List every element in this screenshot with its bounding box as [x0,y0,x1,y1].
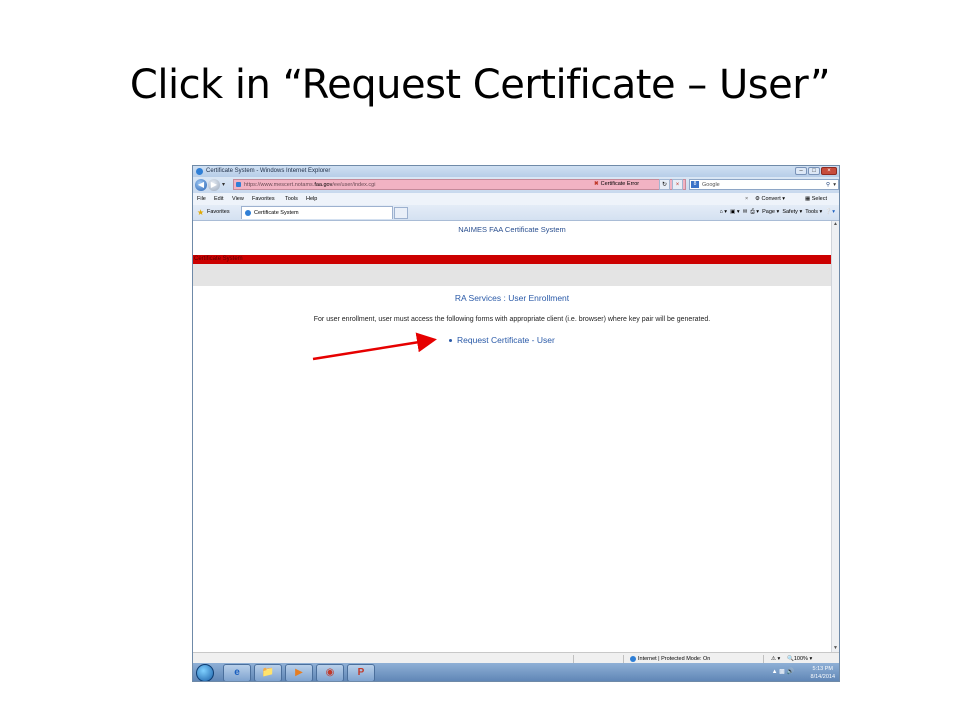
search-placeholder: Google [702,182,720,188]
menu-bar: File Edit View Favorites Tools Help × ⚙ … [193,193,839,205]
convert-button[interactable]: ⚙ Convert ▾ [755,193,785,205]
ie-taskbar-icon[interactable]: e [223,664,251,681]
menu-tools[interactable]: Tools [285,193,298,205]
chrome-icon[interactable]: ◉ [316,664,344,681]
star-icon: ★ [197,208,205,217]
tab-ie-icon [245,210,251,216]
safety-menu[interactable]: Safety ▾ [782,209,802,215]
powerpoint-icon[interactable]: P [347,664,375,681]
windows-start-icon[interactable] [196,664,214,681]
cert-error-label: Certificate Error [600,181,640,187]
select-label: Select [811,196,828,202]
globe-icon [630,655,636,662]
menu-file[interactable]: File [197,193,206,205]
zoom-label: 100% [793,656,808,662]
url-path: /ee/user/index.cgi [332,182,376,188]
tray-icons[interactable]: ▲ ▩ 🔊 [772,668,794,675]
close-button[interactable]: × [821,167,837,175]
bullet-icon [449,339,452,343]
grey-banner [193,264,831,286]
banner-label: Certificate System [194,256,243,262]
search-icon[interactable]: ⚲ [826,180,830,190]
favorites-bar: ★ Favorites Certificate System ⌂ ▾ ▣ ▾ ✉… [193,205,839,221]
help-icon[interactable]: ❔▾ [825,209,835,215]
media-player-icon[interactable]: ▶ [285,664,313,681]
home-icon[interactable]: ⌂ ▾ [719,209,727,215]
back-button[interactable]: ◀ [195,179,207,191]
menu-help[interactable]: Help [306,193,317,205]
google-icon: 8 [691,181,699,188]
enrollment-description: For user enrollment, user must access th… [313,316,711,323]
red-banner: Certificate System [193,255,831,264]
maximize-button[interactable]: □ [808,167,820,175]
clock-time: 5:13 PM [812,666,833,672]
page-heading: RA Services : User Enrollment [454,293,570,303]
favorites-button[interactable]: Favorites [207,205,230,220]
request-certificate-user-link[interactable]: Request Certificate - User [457,335,555,345]
window-title-bar: Certificate System - Windows Internet Ex… [193,166,839,177]
clock-date: 8/14/2014 [810,674,835,680]
feeds-icon[interactable]: ▣ ▾ [730,209,740,215]
url-host: faa.gov [314,182,333,188]
zone-label: Internet | Protected Mode: On [638,656,711,662]
site-name: NAIMES FAA Certificate System [458,225,566,234]
print-icon[interactable]: ⎙ ▾ [750,209,759,215]
scroll-down-icon[interactable]: ▼ [832,645,839,652]
new-tab-button[interactable] [394,207,408,219]
mail-icon[interactable]: ✉ [743,209,748,215]
close-toolbar-icon[interactable]: × [745,193,748,205]
browser-screenshot: Certificate System - Windows Internet Ex… [192,165,840,682]
url-prefix: https://www.mescert.notams. [244,182,315,188]
window-title: Certificate System - Windows Internet Ex… [206,168,331,174]
command-bar: ⌂ ▾ ▣ ▾ ✉ ⎙ ▾ Page ▾ Safety ▾ Tools ▾ ❔▾ [719,205,835,220]
page-icon [236,182,241,187]
taskbar: e 📁 ▶ ◉ P ▲ ▩ 🔊 5:13 PM 8/14/2014 [193,663,839,681]
slide-title: Click in “Request Certificate – User” [129,62,831,108]
clock[interactable]: 5:13 PM 8/14/2014 [810,663,835,681]
vertical-scrollbar[interactable]: ▲ ▼ [831,221,839,665]
cert-error-icon: ✖ [594,181,599,187]
convert-label: Convert [761,196,781,202]
tools-menu[interactable]: Tools ▾ [805,209,822,215]
ie-icon [196,168,203,175]
scroll-up-icon[interactable]: ▲ [832,221,839,228]
search-input[interactable]: 8 Google ⚲ ▾ [689,179,839,190]
forward-button[interactable]: ▶ [208,179,220,191]
list-item: Request Certificate - User [449,335,555,345]
history-dropdown-icon[interactable]: ▾ [222,181,225,188]
refresh-button[interactable]: ↻ [659,179,670,190]
folder-icon[interactable]: 📁 [254,664,282,681]
tab-label: Certificate System [254,210,299,216]
page-menu[interactable]: Page ▾ [762,209,779,215]
menu-view[interactable]: View [232,193,244,205]
tab-certificate-system[interactable]: Certificate System [241,206,393,219]
search-dropdown-icon[interactable]: ▾ [833,180,836,190]
select-button[interactable]: ▦ Select [805,193,827,205]
menu-edit[interactable]: Edit [214,193,223,205]
stop-button[interactable]: × [672,179,683,190]
page-content: NAIMES FAA Certificate System Certificat… [193,221,831,665]
address-row: ◀ ▶ ▾ https://www.mescert.notams.faa.gov… [193,177,839,193]
menu-favorites[interactable]: Favorites [252,193,275,205]
minimize-button[interactable]: – [795,167,807,175]
certificate-error-button[interactable]: ✖ Certificate Error [594,179,639,190]
